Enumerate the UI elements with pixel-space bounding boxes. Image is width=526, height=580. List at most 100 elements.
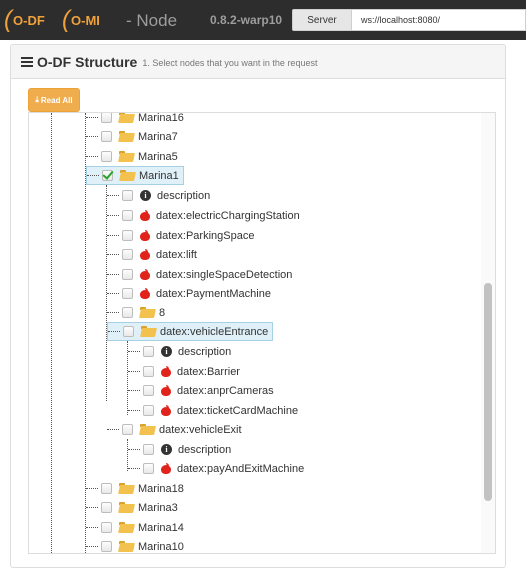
folder-open-icon [119,151,134,162]
brand-omi-text: O-MI [71,12,100,28]
node-label: 8 [159,306,166,319]
node-label: Marina16 [138,112,184,124]
tree-node-ve-ticket[interactable]: datex:ticketCardMachine [128,401,298,420]
folder-open-icon [119,522,134,533]
checkbox[interactable] [123,326,134,337]
node-label: datex:singleSpaceDetection [156,268,293,281]
apple-icon [140,288,150,299]
tree-node-m1-single[interactable]: datex:singleSpaceDetection [107,265,292,284]
folder-open-icon [140,307,155,318]
tree-node-ve-barrier[interactable]: datex:Barrier [128,362,240,381]
checkbox[interactable] [122,190,133,201]
node-label: datex:vehicleExit [159,423,242,436]
node-label: datex:anprCameras [177,384,274,397]
node-label: description [178,443,232,456]
apple-icon [140,269,150,280]
tree-node-m1-charging[interactable]: datex:electricChargingStation [107,206,300,225]
checkbox[interactable] [101,151,112,162]
tree-node-marina10[interactable]: Marina10 [86,537,184,553]
node-label: datex:payAndExitMachine [177,462,305,475]
node-label: Marina18 [138,482,184,495]
apple-icon [161,366,171,377]
folder-open-icon [140,424,155,435]
tree-node-marina18[interactable]: Marina18 [86,479,184,498]
scrollbar-thumb[interactable] [484,283,492,501]
tree-node-m1-payment[interactable]: datex:PaymentMachine [107,284,271,303]
tree-node-ve-anpr[interactable]: datex:anprCameras [128,381,274,400]
read-all-label: Read All [40,95,73,105]
tree-node-marina16[interactable]: Marina16 [86,112,184,127]
tree-guide-root [51,113,52,553]
panel-title: O-DF Structure [37,53,138,70]
checkbox[interactable] [143,366,154,377]
node-label: Marina1 [139,169,179,182]
list-icon [21,56,33,67]
tree-node-m1-lift[interactable]: datex:lift [107,245,197,264]
server-button[interactable]: Server [292,9,352,31]
node-label: Marina5 [138,150,178,163]
checkbox[interactable] [143,444,154,455]
node-label: datex:Barrier [177,365,240,378]
node-label: datex:ticketCardMachine [177,404,299,417]
tree-node-marina1[interactable]: Marina1 [86,166,184,185]
version-label: 0.8.2-warp10 [210,13,283,27]
tree-node-vehicle-exit[interactable]: datex:vehicleExit [107,420,242,439]
folder-open-icon [120,170,135,181]
apple-icon [161,405,171,416]
checkbox[interactable] [122,210,133,221]
checkbox[interactable] [122,424,133,435]
checkbox[interactable] [101,502,112,513]
checkbox[interactable] [122,249,133,260]
brand-odf-text: O-DF [13,12,45,28]
node-title: - Node [126,11,178,30]
panel-header: O-DF Structure 1. Select nodes that you … [11,45,505,79]
node-label: Marina14 [138,521,184,534]
apple-icon [140,249,150,260]
checkbox[interactable] [101,483,112,494]
checkbox[interactable] [101,113,112,123]
tree-node-vehicle-entrance[interactable]: datex:vehicleEntrance [107,322,274,341]
checkbox[interactable] [101,131,112,142]
folder-open-icon [119,541,134,552]
tree-node-marina7[interactable]: Marina7 [86,127,178,146]
checkbox-checked[interactable] [102,170,113,181]
checkbox[interactable] [143,385,154,396]
tree-scrollbar[interactable] [481,113,495,553]
node-label: description [157,189,211,202]
panel-hint: 1. Select nodes that you want in the req… [142,57,318,68]
node-label: datex:PaymentMachine [156,287,271,300]
odf-tree[interactable]: Marina16 Marina7 Marina5 Marina1 i descri… [28,112,496,554]
odf-structure-panel: O-DF Structure 1. Select nodes that you … [10,44,506,568]
tree-node-m1-description[interactable]: i description [107,186,210,205]
brand-omi-link[interactable]: (O-MI [62,6,100,34]
tree-node-marina5[interactable]: Marina5 [86,147,178,166]
checkbox[interactable] [143,346,154,357]
checkbox[interactable] [101,541,112,552]
checkbox[interactable] [122,230,133,241]
apple-icon [161,463,171,474]
checkbox[interactable] [122,307,133,318]
server-url-input[interactable]: ws://localhost:8080/ [352,9,526,31]
node-label: Marina7 [138,130,178,143]
folder-open-icon [119,113,134,123]
brand-odf-link[interactable]: (O-DF [4,6,45,34]
checkbox[interactable] [143,463,154,474]
tree-node-vx-payandexit[interactable]: datex:payAndExitMachine [128,459,304,478]
node-label: datex:ParkingSpace [156,229,255,242]
top-navbar: (O-DF (O-MI - Node 0.8.2-warp10 Server w… [0,0,526,40]
node-label: datex:electricChargingStation [156,209,300,222]
checkbox[interactable] [143,405,154,416]
checkbox[interactable] [122,269,133,280]
tree-node-ve-description[interactable]: i description [128,342,231,361]
tree-node-m1-eight[interactable]: 8 [107,303,165,322]
apple-icon [140,230,150,241]
folder-open-icon [119,502,134,513]
tree-node-vx-description[interactable]: i description [128,440,231,459]
tree-node-marina14[interactable]: Marina14 [86,518,184,537]
checkbox[interactable] [101,522,112,533]
node-label: Marina10 [138,540,184,553]
checkbox[interactable] [122,288,133,299]
tree-node-marina3[interactable]: Marina3 [86,498,178,517]
tree-node-m1-parking[interactable]: datex:ParkingSpace [107,226,254,245]
read-all-button[interactable]: ⤓ Read All [28,88,80,112]
